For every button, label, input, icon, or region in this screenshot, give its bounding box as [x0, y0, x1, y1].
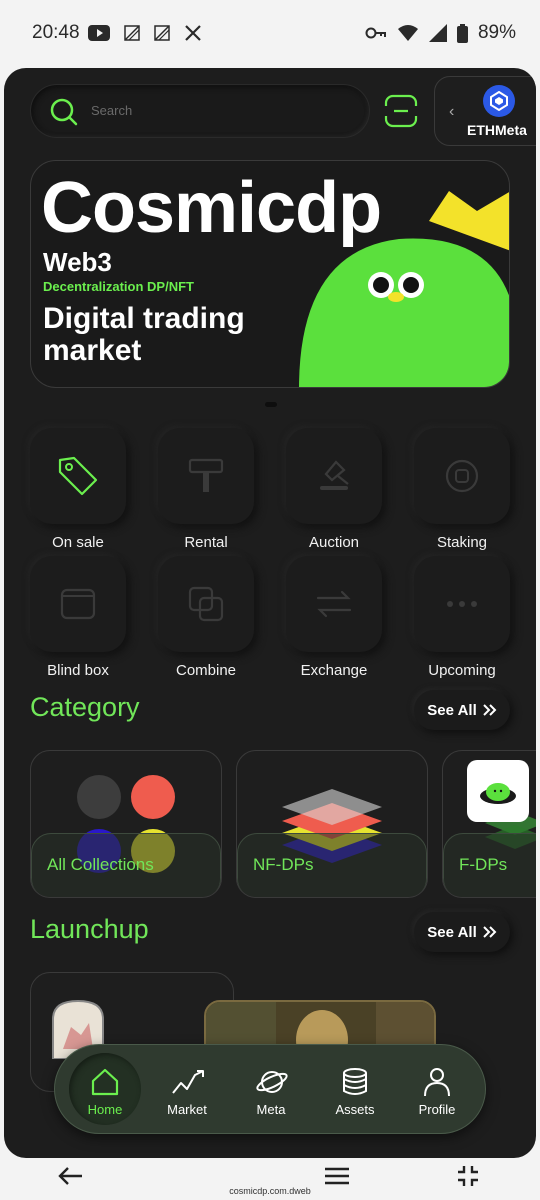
feature-rental[interactable]: Rental: [158, 428, 254, 551]
feature-label: Blind box: [47, 662, 109, 679]
collapse-icon[interactable]: [456, 1164, 480, 1188]
nav-market[interactable]: Market: [147, 1045, 227, 1135]
feature-exchange[interactable]: Exchange: [286, 556, 382, 679]
banner-subtitle: Decentralization DP/NFT: [43, 279, 194, 294]
nav-home[interactable]: Home: [65, 1045, 145, 1135]
feature-label: Combine: [175, 662, 237, 679]
category-label: F-DPs: [459, 855, 508, 874]
nav-assets[interactable]: Assets: [315, 1045, 395, 1135]
feature-upcoming[interactable]: Upcoming: [414, 556, 510, 679]
gavel-icon: [320, 460, 349, 490]
feature-label: Exchange: [300, 662, 368, 679]
tag-icon: [58, 456, 98, 496]
network-name: ETHMeta: [467, 122, 527, 138]
nav-label: Home: [87, 1102, 123, 1117]
feature-label: Upcoming: [428, 662, 496, 679]
category-card-all-collections[interactable]: All Collections: [30, 750, 222, 898]
launchup-title: Launchup: [30, 914, 149, 944]
feature-label: Staking: [436, 534, 488, 551]
category-label: NF-DPs: [253, 855, 314, 874]
box-icon: [60, 588, 96, 620]
banner-tagline: Digital trading market: [43, 302, 245, 367]
nav-label: Meta: [256, 1102, 286, 1117]
battery-icon: [456, 23, 468, 43]
roller-icon: [188, 458, 224, 492]
search-input[interactable]: Search: [30, 84, 370, 138]
scan-icon[interactable]: [384, 94, 418, 128]
feature-label: Auction: [308, 534, 360, 551]
category-title: Category: [30, 692, 140, 722]
category-card-nf-dps[interactable]: NF-DPs: [236, 750, 428, 898]
signal-icon: [428, 24, 447, 42]
double-chevron-right-icon: [483, 704, 497, 716]
promo-banner[interactable]: Cosmicdp Web3 Decentralization DP/NFT Di…: [30, 160, 510, 388]
mascot-illustration: [299, 191, 509, 387]
menu-icon[interactable]: [324, 1167, 350, 1185]
nav-profile[interactable]: Profile: [397, 1045, 477, 1135]
category-label: All Collections: [47, 855, 154, 874]
search-placeholder: Search: [91, 103, 133, 118]
bottom-nav: Home Market Meta Assets Profile: [54, 1044, 486, 1134]
chart-icon: [172, 1070, 204, 1094]
clock: 20:48: [32, 22, 80, 43]
more-icon: [447, 601, 477, 607]
feature-combine[interactable]: Combine: [158, 556, 254, 679]
chevron-left-icon: ‹: [449, 103, 455, 120]
search-icon: [50, 98, 78, 126]
status-bar: 20:48 89%: [0, 0, 540, 66]
coins-icon: [343, 1068, 367, 1095]
nav-label: Assets: [335, 1102, 375, 1117]
wifi-icon: [397, 25, 418, 41]
double-chevron-right-icon: [483, 926, 497, 938]
person-icon: [424, 1068, 450, 1097]
x-icon: [185, 25, 201, 41]
exchange-icon: [316, 590, 352, 618]
home-icon: [91, 1068, 119, 1096]
launchup-see-all-button[interactable]: See All: [414, 912, 510, 952]
banner-web3: Web3: [43, 247, 112, 277]
floating-mascot-button[interactable]: [467, 760, 529, 822]
feature-blind-box[interactable]: Blind box: [30, 556, 126, 679]
url-text: cosmicdp.com.dweb: [229, 1186, 311, 1196]
see-all-label: See All: [427, 701, 477, 719]
feature-label: On sale: [52, 534, 104, 551]
feature-staking[interactable]: Staking: [414, 428, 510, 551]
youtube-icon: [88, 25, 110, 41]
system-nav-bar: cosmicdp.com.dweb: [0, 1158, 540, 1200]
staking-icon: [445, 459, 479, 493]
combine-icon: [188, 586, 224, 622]
feature-on-sale[interactable]: On sale: [30, 428, 126, 551]
feature-label: Rental: [184, 534, 228, 551]
notification-icon: [124, 25, 140, 41]
feature-auction[interactable]: Auction: [286, 428, 382, 551]
planet-icon: [256, 1071, 288, 1093]
back-arrow-icon[interactable]: [58, 1166, 84, 1186]
nav-label: Market: [167, 1102, 207, 1117]
notification-icon: [154, 25, 170, 41]
ethmeta-logo-icon: [483, 85, 515, 117]
key-icon: [365, 27, 386, 39]
carousel-indicator[interactable]: [265, 402, 277, 407]
nav-meta[interactable]: Meta: [231, 1045, 311, 1135]
see-all-label: See All: [427, 923, 477, 941]
nav-label: Profile: [418, 1102, 456, 1117]
network-switcher[interactable]: ‹ ETHMeta: [434, 76, 536, 146]
category-see-all-button[interactable]: See All: [414, 690, 510, 730]
app-screen: Search ‹ ETHMeta Cosmicdp Web3 Decentral…: [4, 68, 536, 1158]
mascot-icon: [480, 783, 516, 804]
battery-level: 89%: [477, 22, 516, 43]
